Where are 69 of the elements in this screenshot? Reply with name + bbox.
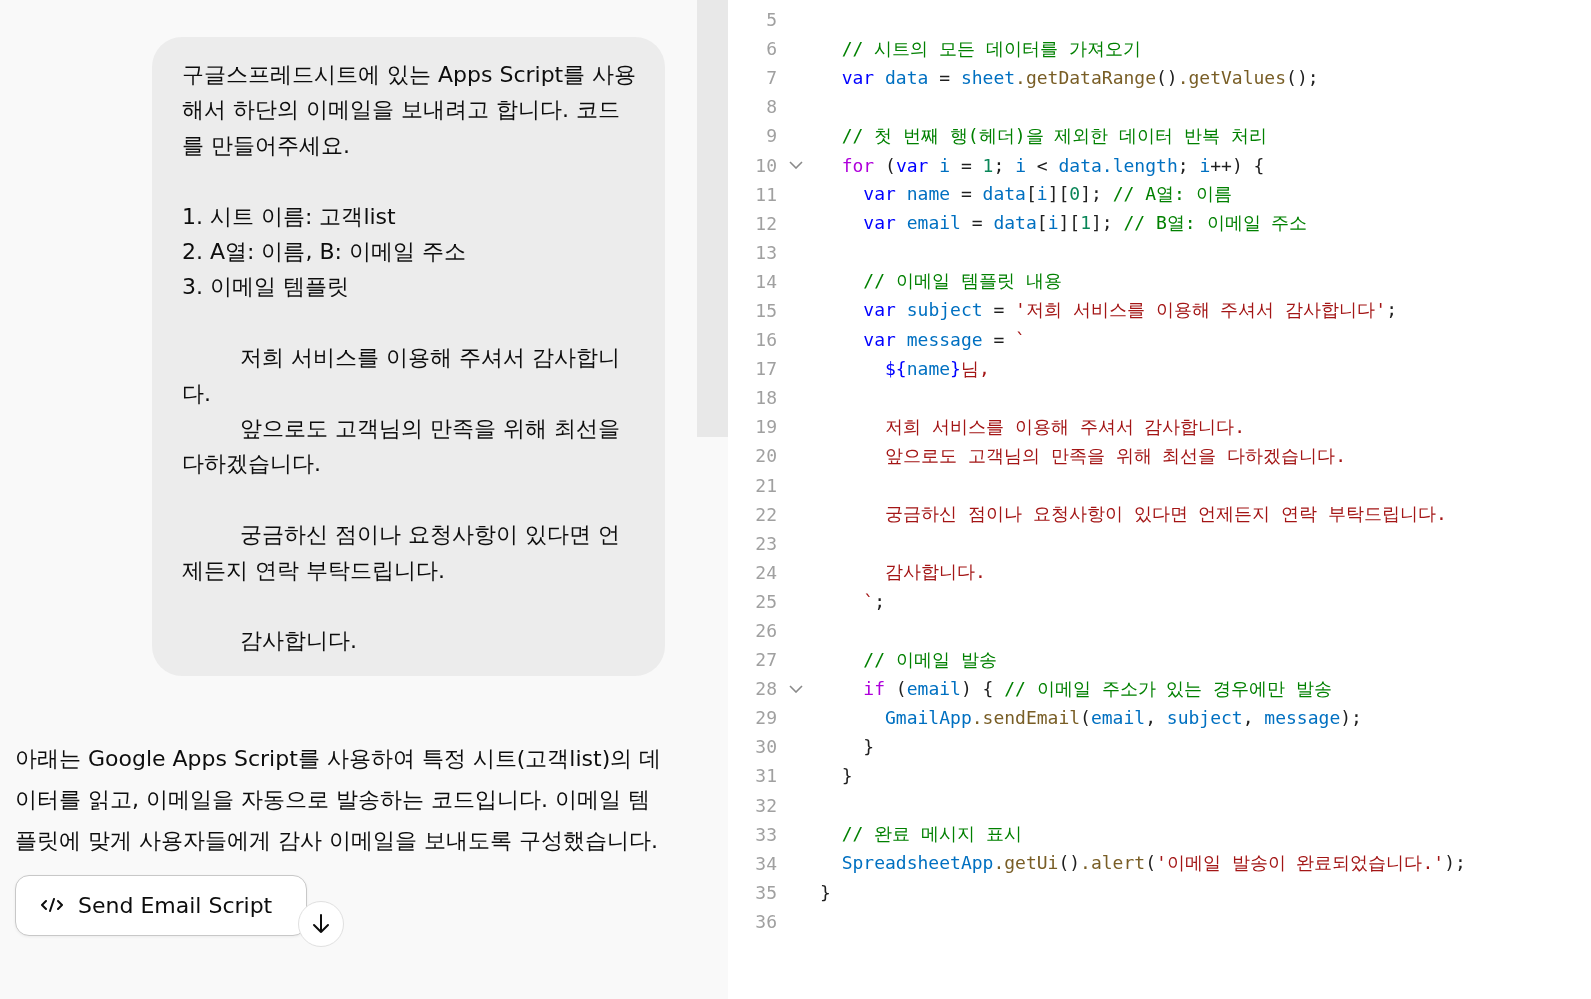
code-line: // 완료 메시지 표시 [840, 822, 1022, 847]
line-number: 6 [765, 38, 777, 60]
message-text: 구글스프레드시트에 있는 Apps Script를 사용해서 하단의 이메일을 보내려고 합니다. 코드를 만들어주세요. [182, 61, 637, 160]
line-number: 23 [754, 532, 777, 554]
code-line: 감사합니다. [884, 560, 986, 585]
line-number: 22 [754, 503, 777, 525]
code-line: 앞으로도 고객님의 만족을 위해 최선을 다하겠습니다. [884, 443, 1347, 468]
message-text: 저희 서비스를 이용해 주셔서 감사합니다. [182, 344, 621, 408]
line-number: 8 [765, 96, 777, 118]
line-number: 10 [754, 154, 777, 176]
line-number: 26 [754, 620, 777, 641]
code-line: var subject = '저희 서비스를 이용해 주셔서 감사합니다'; [862, 298, 1397, 323]
code-line: // 시트의 모든 데이터를 가져오기 [840, 36, 1141, 61]
line-number: 31 [754, 765, 777, 787]
assistant-message-text: 아래는 Google Apps Script를 사용하여 특정 시트(고객list)의 데이터를 읽고, 이메일을 자동으로 발송하는 코드입니다. 이메일 템플릿에 맞게 사용자들에게 감사 이메일을 보내도록 구성했습니다. [15, 744, 663, 855]
line-number: 20 [754, 445, 777, 467]
code-line: if (email) { // 이메일 주소가 있는 경우에만 발송 [862, 676, 1333, 701]
message-text: 1. 시트 이름: 고객list [182, 202, 397, 231]
code-line: GmailApp.sendEmail(email, subject, message); [884, 707, 1362, 729]
code-line: // 이메일 템플릿 내용 [862, 269, 1062, 294]
code-line: var email = data[i][1]; // B열: 이메일 주소 [862, 211, 1308, 236]
chevron-down-icon[interactable] [789, 161, 803, 169]
line-number: 28 [754, 678, 777, 700]
line-number: 12 [754, 212, 777, 234]
code-line: var name = data[i][0]; // A열: 이름 [862, 182, 1232, 207]
code-line: // 첫 번째 행(헤더)을 제외한 데이터 반복 처리 [840, 123, 1267, 148]
code-line: var message = ` [862, 329, 1026, 351]
code-line: ${name}님, [884, 356, 990, 381]
code-line: for (var i = 1; i < data.length; i++) { [840, 154, 1265, 176]
message-text: 감사합니다. [239, 627, 358, 656]
line-number: 25 [754, 590, 777, 612]
line-number: 35 [754, 881, 777, 903]
code-line: } [840, 765, 853, 787]
line-number: 13 [754, 241, 777, 263]
line-number: 9 [765, 125, 777, 147]
line-number: 33 [754, 823, 777, 845]
message-text: 3. 이메일 템플릿 [182, 273, 350, 302]
message-text: 앞으로도 고객님의 만족을 위해 최선을 다하겠습니다. [182, 415, 621, 479]
line-number: 29 [754, 707, 777, 729]
chevron-down-icon[interactable] [789, 684, 803, 693]
line-number: 17 [754, 358, 777, 380]
line-number: 34 [754, 852, 777, 874]
line-number: 24 [754, 561, 777, 583]
line-number: 15 [754, 300, 777, 321]
line-number: 18 [754, 387, 777, 409]
line-number: 14 [754, 270, 777, 292]
arrow-down-icon [311, 912, 332, 935]
line-number: 19 [754, 416, 777, 438]
code-line: SpreadsheetApp.getUi().alert('이메일 발송이 완료되었습니다.'); [840, 851, 1466, 876]
code-line: } [862, 736, 875, 758]
line-number: 16 [754, 329, 777, 351]
code-line: 궁금하신 점이나 요청사항이 있다면 언제든지 연락 부탁드립니다. [884, 502, 1447, 527]
line-number: 21 [754, 474, 777, 496]
line-number: 32 [754, 794, 777, 816]
line-number: 36 [754, 910, 777, 932]
message-text: 2. A열: 이름, B: 이메일 주소 [182, 238, 467, 266]
code-line: `; [862, 590, 886, 612]
code-line: 저희 서비스를 이용해 주셔서 감사합니다. [884, 414, 1246, 439]
code-line: var data = sheet.getDataRange().getValues(); [840, 67, 1319, 89]
line-number: 5 [765, 9, 777, 31]
code-line: } [820, 881, 831, 903]
line-number: 11 [754, 183, 777, 205]
line-number: 30 [754, 736, 777, 758]
code-artifact-button[interactable]: Send Email Script [15, 874, 308, 936]
line-number: 27 [754, 649, 777, 671]
message-text: 궁금하신 점이나 요청사항이 있다면 언제든지 연락 부탁드립니다. [182, 521, 621, 585]
code-icon [40, 898, 64, 913]
code-line: // 이메일 발송 [862, 647, 997, 672]
line-number: 7 [765, 67, 777, 89]
